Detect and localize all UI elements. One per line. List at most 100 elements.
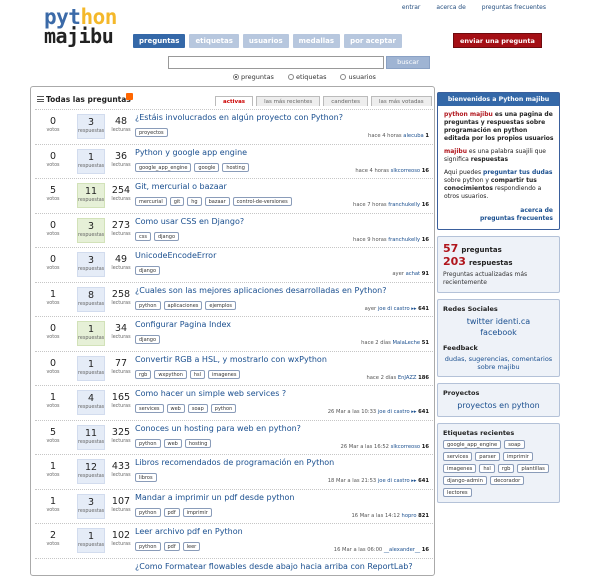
question-tag[interactable]: python	[135, 508, 161, 517]
question-title[interactable]: ¿Estáis involucrados en algún proyecto c…	[135, 113, 343, 122]
question-tag[interactable]: hosting	[222, 163, 249, 172]
recent-tag[interactable]: imprimir	[503, 452, 533, 461]
recent-tag[interactable]: google_app_engine	[443, 440, 501, 449]
question-tag[interactable]: google_app_engine	[135, 163, 191, 172]
login-link[interactable]: entrar	[402, 4, 420, 11]
question-tag[interactable]: django	[154, 232, 179, 241]
user-link[interactable]: franchukelly	[388, 202, 420, 208]
user-link[interactable]: slkcorreoso	[391, 444, 420, 450]
ask-question-button[interactable]: enviar una pregunta	[453, 33, 542, 48]
question-title[interactable]: Leer archivo pdf en Python	[135, 527, 243, 536]
question-title[interactable]: Python y google app engine	[135, 148, 247, 157]
search-button[interactable]: buscar	[386, 56, 430, 69]
question-tag[interactable]: hsl	[190, 370, 205, 379]
user-link[interactable]: __alexander__	[384, 547, 420, 553]
recent-tag[interactable]: imagenes	[443, 464, 476, 473]
question-tag[interactable]: python	[135, 542, 161, 551]
recent-tag[interactable]: decorador	[490, 476, 524, 485]
recent-tag[interactable]: lectores	[443, 488, 472, 497]
question-tag[interactable]: imprimir	[183, 508, 212, 517]
recent-tag[interactable]: hsl	[479, 464, 494, 473]
user-link[interactable]: EnJAZZ	[398, 375, 417, 381]
user-link[interactable]: hopro	[402, 513, 417, 519]
question-title[interactable]: Mandar a imprimir un pdf desde python	[135, 493, 294, 502]
question-title[interactable]: ¿Cuales son las mejores aplicaciones des…	[135, 286, 386, 295]
recent-tag[interactable]: services	[443, 452, 472, 461]
question-tag[interactable]: web	[167, 404, 185, 413]
question-tag[interactable]: services	[135, 404, 164, 413]
question-tag[interactable]: django	[135, 335, 160, 344]
sort-tab-hot[interactable]: candentes	[323, 96, 368, 106]
question-tag[interactable]: bazaar	[205, 197, 230, 206]
feedback-link[interactable]: dudas, sugerencias, comentarios sobre ma…	[443, 355, 554, 371]
about-link[interactable]: acerca de	[436, 4, 465, 11]
question-tag[interactable]: django	[135, 266, 160, 275]
faq-link[interactable]: preguntas frecuentes	[482, 4, 546, 11]
question-tag[interactable]: hg	[187, 197, 201, 206]
question-title[interactable]: Conoces un hosting para web en python?	[135, 424, 301, 433]
twitter-identica-link[interactable]: twitter identi.ca	[443, 316, 554, 327]
question-tag[interactable]: pdf	[164, 508, 180, 517]
user-link[interactable]: MalaLeche	[393, 340, 421, 346]
rss-icon[interactable]	[126, 93, 133, 100]
question-tag[interactable]: ejemplos	[205, 301, 236, 310]
recent-tag[interactable]: plantillas	[517, 464, 548, 473]
question-tag[interactable]: pdf	[164, 542, 180, 551]
question-tag[interactable]: python	[135, 301, 161, 310]
question-tag[interactable]: soap	[188, 404, 208, 413]
search-input[interactable]	[168, 56, 384, 69]
question-title[interactable]: UnicodeEncodeError	[135, 251, 216, 260]
question-tag[interactable]: css	[135, 232, 151, 241]
question-title[interactable]: ¿Como Formatear flowables desde abajo ha…	[135, 562, 413, 571]
about-sidebar-link[interactable]: acerca de	[520, 207, 553, 214]
question-title[interactable]: Libros recomendados de programación en P…	[135, 458, 334, 467]
nav-tab-tags[interactable]: etiquetas	[189, 34, 238, 48]
user-link[interactable]: alecuba	[403, 133, 423, 139]
question-title[interactable]: Como usar CSS en Django?	[135, 217, 244, 226]
question-title[interactable]: Como hacer un simple web services ?	[135, 389, 286, 398]
question-tag[interactable]: proyectos	[135, 128, 168, 137]
nav-tab-unanswered[interactable]: por aceptar	[344, 34, 402, 48]
sort-tab-most-voted[interactable]: las más votadas	[371, 96, 432, 106]
question-title[interactable]: Git, mercurial o bazaar	[135, 182, 227, 191]
recent-tag[interactable]: rgb	[498, 464, 515, 473]
user-link[interactable]: joe di castro ▸▸	[378, 478, 417, 484]
question-tag[interactable]: aplicaciones	[164, 301, 203, 310]
nav-tab-badges[interactable]: medallas	[293, 34, 340, 48]
recent-tag[interactable]: parser	[475, 452, 500, 461]
user-link[interactable]: franchukelly	[388, 237, 420, 243]
question-tag[interactable]: python	[135, 439, 161, 448]
sort-tab-newest[interactable]: las más recientes	[256, 96, 320, 106]
user-link[interactable]: slkcorreoso	[391, 168, 420, 174]
site-logo[interactable]: python majibu	[44, 8, 124, 46]
search-scope-questions[interactable]: preguntas	[233, 73, 274, 81]
question-tag[interactable]: web	[164, 439, 182, 448]
question-tag[interactable]: control-de-versiones	[233, 197, 292, 206]
question-title[interactable]: Configurar Pagina Index	[135, 320, 231, 329]
faq-sidebar-link[interactable]: preguntas frecuentes	[480, 215, 553, 222]
question-tag[interactable]: mercurial	[135, 197, 167, 206]
question-tag[interactable]: leer	[183, 542, 201, 551]
search-scope-tags[interactable]: etiquetas	[288, 73, 327, 81]
question-tag[interactable]: libros	[135, 473, 157, 482]
question-title[interactable]: Convertir RGB a HSL, y mostrarlo con wxP…	[135, 355, 327, 364]
question-tag[interactable]: rgb	[135, 370, 151, 379]
recent-tag[interactable]: django-admin	[443, 476, 487, 485]
user-link[interactable]: joe di castro ▸▸	[378, 306, 417, 312]
question-tag[interactable]: google	[194, 163, 219, 172]
question-tag[interactable]: python	[211, 404, 237, 413]
question-tag[interactable]: git	[170, 197, 185, 206]
sort-tab-active[interactable]: activas	[215, 96, 253, 106]
question-tag[interactable]: imagenes	[208, 370, 240, 379]
search-scope-users[interactable]: usuarios	[340, 73, 375, 81]
user-link[interactable]: joe di castro ▸▸	[378, 409, 417, 415]
ask-link[interactable]: preguntar tus dudas	[483, 169, 552, 176]
user-link[interactable]: achat	[406, 271, 421, 277]
nav-tab-users[interactable]: usuarios	[243, 34, 289, 48]
nav-tab-questions[interactable]: preguntas	[133, 34, 185, 48]
projects-link[interactable]: proyectos en python	[443, 400, 554, 411]
facebook-link[interactable]: facebook	[443, 327, 554, 338]
recent-tag[interactable]: soap	[504, 440, 524, 449]
question-tag[interactable]: hosting	[185, 439, 212, 448]
question-tag[interactable]: wxpython	[154, 370, 187, 379]
